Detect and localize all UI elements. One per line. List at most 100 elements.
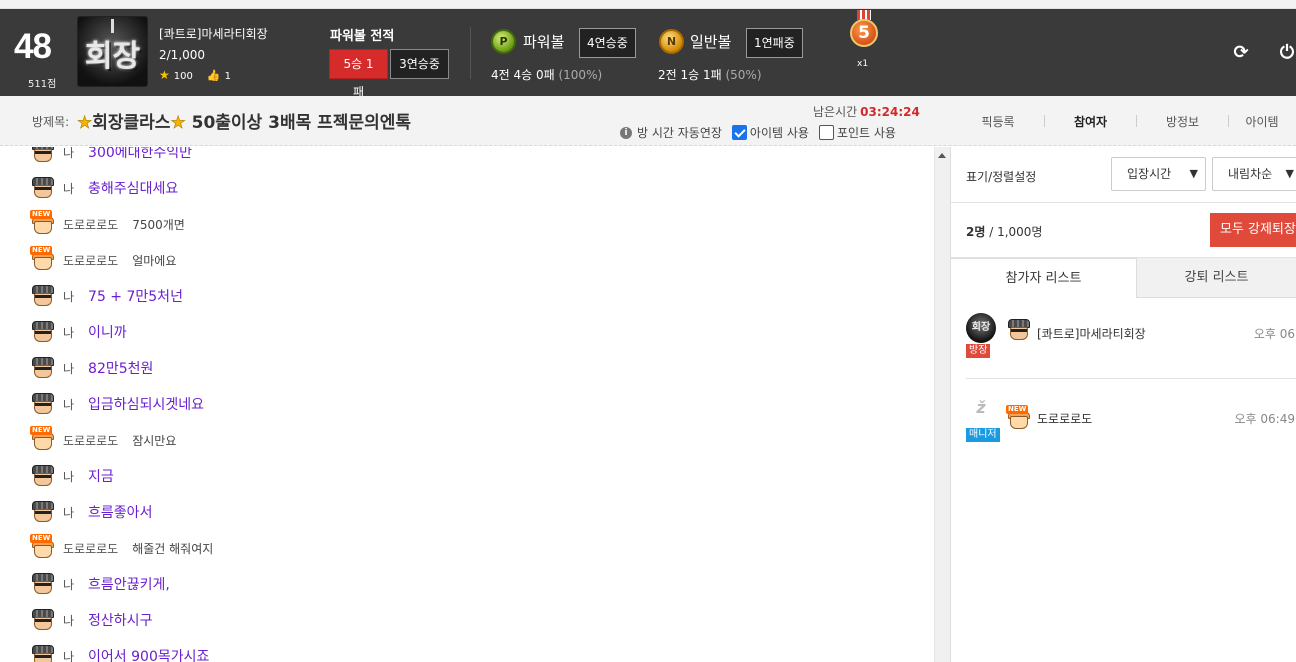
avatar: [30, 464, 56, 488]
chat-nickname: 나: [63, 649, 75, 662]
chat-text: 정산하시구: [88, 613, 153, 629]
like-stat: 👍 1: [207, 69, 231, 82]
chat-area[interactable]: 나 300에대한수익만 나 충해주심대세요 NEW 도로로로도 7500개면 NEW 도로로로도…: [0, 147, 934, 662]
avatar-new: NEW: [30, 246, 56, 272]
chat-nickname: 나: [63, 505, 75, 520]
room-options: i 방 시간 자동연장 아이템 사용 포인트 사용: [620, 124, 896, 141]
header-divider: [470, 27, 471, 79]
power-icon[interactable]: ⏻: [1277, 43, 1296, 63]
normalball-streak: 1연패중: [746, 28, 803, 58]
divider: [966, 378, 1296, 379]
remaining-time: 남은시간 03:24:24: [813, 103, 920, 120]
tab-participant-list[interactable]: 참가자 리스트: [951, 258, 1137, 298]
role-badge-manager: 매니저: [966, 428, 1000, 442]
point-use-label[interactable]: 포인트 사용: [837, 124, 896, 141]
chat-scrollbar[interactable]: [934, 147, 950, 662]
sort-settings-label: 표기/정렬설정: [966, 170, 1037, 184]
chat-message: NEW 도로로로도 잠시만요: [30, 426, 176, 453]
side-tabs: 픽등록 참여자 방정보 아이템: [952, 113, 1296, 130]
powerball-record-pct: (100%): [558, 68, 603, 82]
sort-order-select[interactable]: 내림차순 ▼: [1212, 157, 1296, 191]
powerball-label: 파워볼: [523, 33, 565, 51]
chat-nickname: 나: [63, 469, 75, 484]
chat-nickname: 나: [63, 397, 75, 412]
chat-message: 나 이어서 900목가시죠: [30, 643, 209, 662]
avatar: [30, 320, 56, 344]
normalball-record-pct: (50%): [725, 68, 762, 82]
chat-text: 해줄건 해줘여지: [132, 541, 214, 556]
chevron-down-icon: ▼: [1189, 167, 1198, 180]
role-badge-host: 방장: [966, 344, 991, 358]
powerball-streak: 4연승중: [579, 28, 636, 58]
member-row[interactable]: 회장 방장 [콰트로]마세라티회장 오후 06: [966, 313, 1296, 363]
room-title-label: 방제목:: [32, 115, 70, 129]
point-use-checkbox[interactable]: [818, 125, 834, 140]
member-avatar: NEW: [1006, 405, 1039, 431]
remaining-time-label: 남은시간: [813, 105, 858, 119]
member-avatar: [1006, 318, 1039, 342]
avatar: [30, 572, 56, 596]
scroll-up-arrow-icon[interactable]: [938, 153, 946, 158]
thumbs-up-icon: 👍: [206, 68, 221, 82]
chat-text: 이어서 900목가시죠: [88, 649, 210, 662]
chat-message: 나 충해주심대세요: [30, 175, 178, 201]
room-title-sub: 50출이상 3배목 프젝문의엔톡: [191, 113, 411, 133]
item-use-label[interactable]: 아이템 사용: [750, 124, 809, 141]
item-use-checkbox[interactable]: [731, 125, 747, 140]
chat-message: NEW 도로로로도 얼마에요: [30, 246, 177, 273]
participants-panel: 표기/정렬설정 입장시간 ▼ 내림차순 ▼ 2명 / 1,000명 모두 강제퇴장 …: [951, 147, 1296, 662]
avatar-new: NEW: [1006, 405, 1032, 431]
medal-icon[interactable]: 5: [849, 10, 879, 62]
powerball-icon: P: [491, 29, 516, 54]
tab-participants[interactable]: 참여자: [1045, 113, 1136, 130]
avatar: [1006, 318, 1032, 342]
chat-text: 흐름좋아서: [88, 505, 153, 521]
logo-text: 회장: [84, 39, 141, 74]
refresh-icon[interactable]: ⟳: [1231, 43, 1251, 63]
avatar: [30, 644, 56, 662]
chat-nickname: 나: [63, 325, 75, 340]
avatar: [30, 176, 56, 200]
participant-count-total: / 1,000명: [989, 225, 1043, 239]
win-streak-badge: 3연승중: [390, 49, 449, 79]
user-name: [콰트로]마세라티회장: [159, 27, 268, 41]
avatar: [30, 500, 56, 524]
chat-message: 나 흐름안끊키게,: [30, 571, 170, 597]
member-join-time: 오후 06:49: [1234, 412, 1295, 426]
kick-all-button[interactable]: 모두 강제퇴장: [1210, 213, 1296, 247]
chat-text: 입금하심되시겟네요: [88, 397, 204, 413]
powerball-record-title: 파워볼 전적: [330, 29, 395, 44]
star-count: 100: [173, 71, 193, 82]
avatar-new: NEW: [30, 534, 56, 560]
normalball-label: 일반볼: [690, 33, 732, 51]
star-icon: ★: [159, 68, 170, 82]
member-row[interactable]: ž 매니저 NEW 도로로로도 오후 06:49: [966, 393, 1296, 443]
chat-nickname: 나: [63, 577, 75, 592]
tab-items[interactable]: 아이템: [1229, 113, 1295, 130]
chat-nickname: 나: [63, 613, 75, 628]
user-level: 48: [14, 27, 52, 66]
chat-nickname: 나: [63, 181, 75, 196]
avatar: [30, 392, 56, 416]
clan-logo: 회장: [77, 16, 148, 87]
chat-nickname: 도로로로도: [63, 217, 119, 232]
member-name: 도로로로도: [1037, 412, 1093, 426]
chat-message: 나 82만5천원: [30, 355, 153, 381]
tab-pick-register[interactable]: 픽등록: [952, 113, 1044, 130]
member-join-time: 오후 06: [1253, 327, 1295, 341]
room-title-main: 회장클라스: [92, 113, 171, 133]
chat-text: 얼마에요: [132, 253, 177, 268]
auto-extend-label: 방 시간 자동연장: [637, 126, 722, 140]
chat-text: 지금: [88, 469, 114, 485]
chat-message: 나 이니까: [30, 319, 127, 345]
tab-kicked-list[interactable]: 강퇴 리스트: [1137, 258, 1296, 298]
tab-room-info[interactable]: 방정보: [1137, 113, 1228, 130]
sort-by-select[interactable]: 입장시간 ▼: [1111, 157, 1206, 191]
medal-count: x1: [857, 59, 869, 69]
avatar: [30, 356, 56, 380]
star-icon: ★: [77, 113, 93, 134]
chat-nickname: 나: [63, 147, 75, 160]
like-count: 1: [224, 70, 231, 82]
star-stat: ★ 100: [159, 68, 193, 82]
chat-nickname: 도로로로도: [63, 253, 119, 268]
